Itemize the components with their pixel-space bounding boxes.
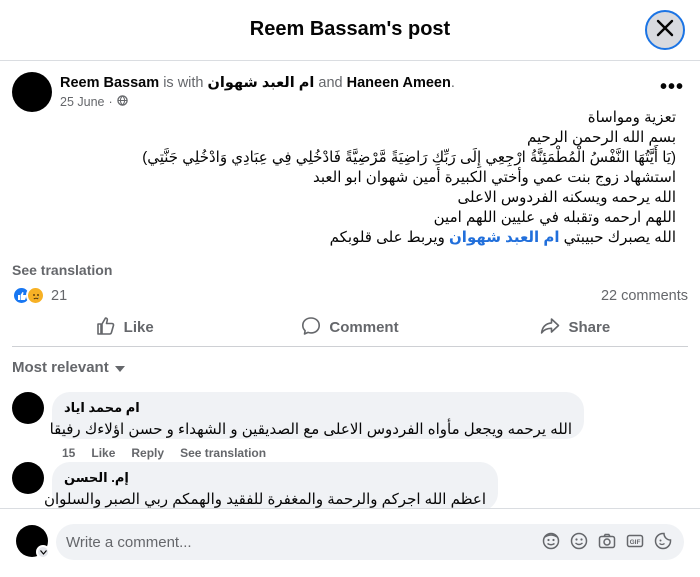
tagged-user-2[interactable]: Haneen Ameen [347,75,451,91]
post-line: بسم الله الرحمن الرحيم [527,129,676,146]
post-meta: 25 June · [60,95,128,109]
meta-separator: · [108,95,113,109]
period-text: . [450,75,455,91]
close-icon [656,19,674,42]
commenter-avatar[interactable] [12,392,44,424]
more-options-button[interactable]: ••• [660,76,684,99]
emoji-icon[interactable] [570,532,588,550]
comment-actions: 15 Like Reply See translation [62,446,266,460]
comment-button[interactable]: Comment [237,309,462,346]
comment-like-count: 15 [62,446,76,460]
gif-icon[interactable]: GIF [626,532,644,550]
post-line: الله يرحمه ويسكنه الفردوس الاعلى [457,189,676,206]
comment-text: اعظم الله اجركم والرحمة والمغفرة للفقيد … [43,491,486,508]
comment-filter-dropdown[interactable]: Most relevant [12,359,125,376]
comment-translation-link[interactable]: See translation [180,446,266,460]
close-button[interactable] [645,10,685,50]
svg-text:GIF: GIF [630,539,641,546]
comment-text: الله يرحمه ويجعل مأواه الفردوس الاعلى مع… [49,421,572,438]
share-label: Share [568,319,611,336]
share-icon [540,316,560,340]
comment-bubble: إم. الحسن اعظم الله اجركم والرحمة والمغف… [43,462,498,511]
comment-icon [301,316,321,340]
sad-reaction-icon [26,286,45,305]
comment-like-button[interactable]: Like [91,446,115,460]
mention-link[interactable]: ام العبد شهوان [449,229,560,246]
post-line: اللهم ارحمه وتقبله في عليين اللهم امين [433,209,676,226]
post-line: الله يصبرك حبيبتي ام العبد شهوان ويربط ع… [116,228,676,248]
thumbs-up-icon [96,316,116,340]
like-button[interactable]: Like [12,309,237,346]
dialog-header: Reem Bassam's post [0,0,700,61]
sticker-icon[interactable] [654,532,672,550]
commenter-avatar[interactable] [12,462,44,494]
comment-composer: GIF [0,508,700,577]
post-line: استشهاد زوج بنت عمي وأختي الكبيرة أمين ش… [313,169,676,186]
share-button[interactable]: Share [463,309,688,346]
author-avatar[interactable] [12,72,52,112]
caret-down-icon [114,359,125,376]
comment-label: Comment [329,319,399,336]
reaction-count: 21 [51,287,68,304]
avatar-sticker-icon[interactable] [542,532,560,550]
author-name[interactable]: Reem Bassam [60,75,159,91]
post-line-end: ويربط على قلوبكم [329,229,449,246]
tagged-user-1[interactable]: ام العبد شهوان [208,75,315,91]
is-with-text: is with [163,75,204,91]
comments-count-link[interactable]: 22 comments [601,288,688,304]
and-text: and [318,75,343,91]
see-translation-link[interactable]: See translation [12,262,112,278]
comment-bubble: ام محمد اياد الله يرحمه ويجعل مأواه الفر… [49,392,584,439]
filter-label: Most relevant [12,359,109,376]
dialog-title: Reem Bassam's post [249,18,451,40]
post-date[interactable]: 25 June [60,95,104,109]
like-label: Like [123,319,154,336]
composer-icons: GIF [542,532,672,550]
post-action-bar: Like Comment Share [12,309,688,347]
globe-icon [116,95,128,109]
post-line-start: الله يصبرك حبيبتي [559,229,676,246]
commenter-name[interactable]: إم. الحسن [64,470,486,486]
post-line: (يَا أَيَّتُهَا النَّفْسُ الْمُطْمَئِنَّ… [142,149,676,166]
commenter-name[interactable]: ام محمد اياد [64,400,572,416]
author-line: Reem Bassam is with ام العبد شهوان and H… [60,75,455,91]
camera-icon[interactable] [598,532,616,550]
post-line: تعزية ومواساة [587,109,676,126]
chevron-down-icon[interactable] [36,545,50,559]
comment-reply-button[interactable]: Reply [131,446,164,460]
reaction-summary[interactable]: 21 [12,286,67,305]
